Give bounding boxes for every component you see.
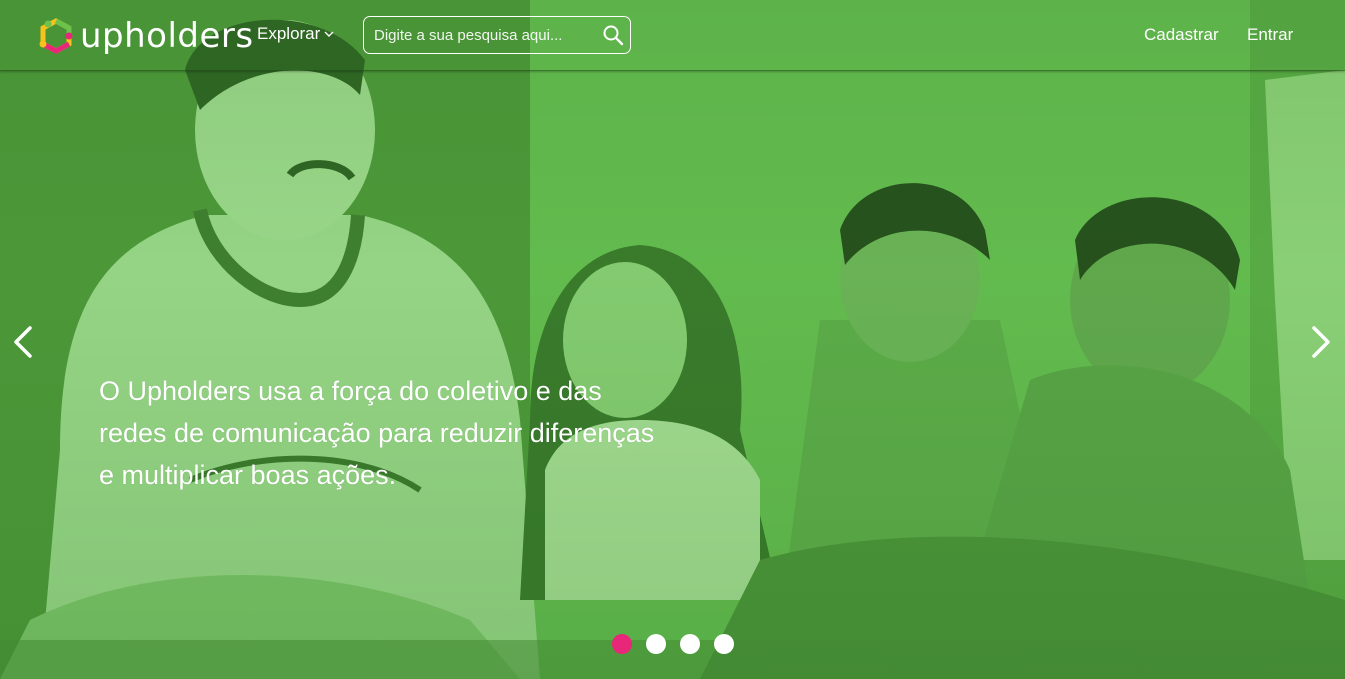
carousel-dot-3[interactable] [680, 634, 700, 654]
search-icon[interactable] [602, 24, 624, 46]
brand-logo[interactable]: upholders [38, 18, 254, 54]
explore-menu[interactable]: Explorar [257, 24, 334, 44]
carousel-dot-1[interactable] [612, 634, 632, 654]
top-navbar: upholders Explorar Cadastrar Entrar [0, 0, 1345, 71]
brand-name: upholders [80, 16, 254, 56]
search-input[interactable] [374, 17, 599, 53]
hero-carousel [0, 0, 1345, 679]
chevron-down-icon [324, 31, 334, 37]
upholders-logo-icon [39, 18, 73, 54]
signup-link[interactable]: Cadastrar [1144, 25, 1219, 45]
explore-label: Explorar [257, 24, 321, 43]
carousel-indicators [612, 634, 734, 654]
login-link[interactable]: Entrar [1247, 25, 1293, 45]
carousel-prev-button[interactable] [8, 320, 38, 364]
hero-tint [0, 0, 1345, 679]
carousel-dot-4[interactable] [714, 634, 734, 654]
carousel-next-button[interactable] [1306, 320, 1336, 364]
hero-headline: O Upholders usa a força do coletivo e da… [99, 376, 655, 490]
search-box [363, 16, 631, 54]
carousel-dot-2[interactable] [646, 634, 666, 654]
